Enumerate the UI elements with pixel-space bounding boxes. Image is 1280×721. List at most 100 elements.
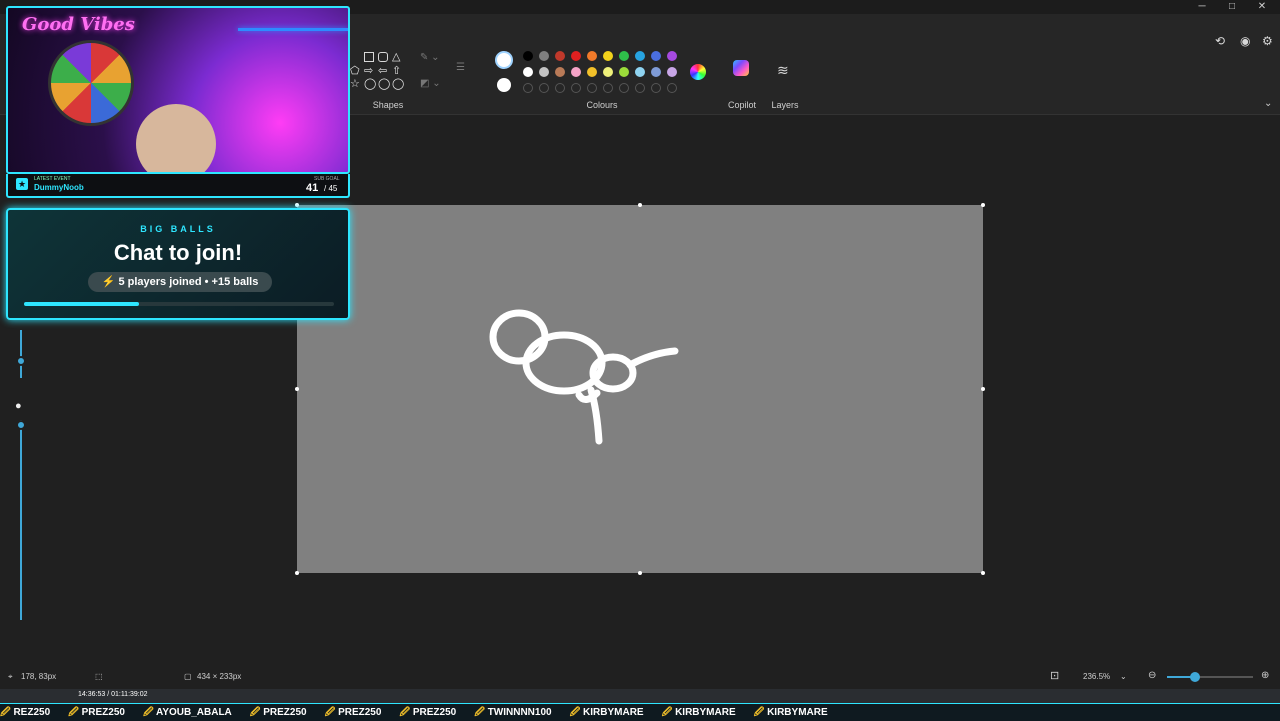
colour-swatch[interactable] [523,67,533,77]
copilot-label[interactable]: Copilot [722,100,762,110]
pencil-icon: 🖉 [569,707,584,718]
colour-swatch[interactable] [523,51,533,61]
account-icon[interactable]: ◉ [1240,34,1250,48]
brush-size-thumb[interactable] [16,356,26,366]
colour-palette-custom-row [523,83,683,95]
goal-current: 41 [306,182,319,194]
colour-swatch[interactable] [619,51,629,61]
colour-swatch[interactable] [587,67,597,77]
ticker-username: TWINNNN100 [487,707,552,718]
custom-colour-slot[interactable] [635,83,645,93]
shape-style-icon[interactable]: ☰ [456,62,465,73]
copilot-icon[interactable] [733,60,749,76]
layers-label[interactable]: Layers [768,100,802,110]
colour-swatch[interactable] [603,51,613,61]
collapse-ribbon-icon[interactable]: ⌄ [1264,98,1272,109]
custom-colour-slot[interactable] [587,83,597,93]
shape-pentagon-icon[interactable]: ⬠ [350,64,360,77]
ticker-banner: 14:36:53 / 01:11:39:02 [0,689,1280,703]
status-bar: ⌖ 178, 83px ⬚ ▢ 434 × 233px ⊡ 236.5% ⌄ ⊖… [0,665,1280,689]
players-joined-text: 5 players joined • +15 balls [118,276,259,288]
custom-colour-slot[interactable] [555,83,565,93]
colour-swatch[interactable] [603,67,613,77]
goal-total: / 45 [324,184,338,193]
resize-handle-tr[interactable] [981,203,985,207]
colour-swatch[interactable] [571,51,581,61]
colour-swatch[interactable] [667,67,677,77]
ticker-time: 14:36:53 / 01:11:39:02 [78,691,148,698]
shape-rounded-rectangle-icon[interactable] [378,52,388,62]
custom-colour-slot[interactable] [619,83,629,93]
layers-icon[interactable]: ≋ [777,62,789,79]
resize-handle-bm[interactable] [638,571,642,575]
custom-colour-slot[interactable] [667,83,677,93]
webcam-footer: ★ LATEST EVENT DummyNoob SUB GOAL 41 / 4… [6,174,350,198]
colour-swatch[interactable] [539,67,549,77]
ticker-item: 🖉 AYOUB_ABALA [143,704,232,721]
colour-swatch[interactable] [651,67,661,77]
custom-colour-slot[interactable] [651,83,661,93]
custom-colour-slot[interactable] [539,83,549,93]
opacity-thumb[interactable] [16,420,26,430]
colour-swatch[interactable] [619,67,629,77]
colour-palette-row-1 [523,51,683,63]
opacity-track[interactable] [20,420,22,620]
fill-dropdown[interactable]: ◩ ⌄ [420,78,441,89]
brush-size-track[interactable] [20,330,22,378]
custom-colour-slot[interactable] [571,83,581,93]
colour-swatch[interactable] [587,51,597,61]
colour-swatch[interactable] [555,51,565,61]
zoom-out-icon[interactable]: ⊖ [1148,670,1156,681]
fit-to-window-icon[interactable]: ⊡ [1050,669,1059,682]
colour-swatch[interactable] [651,51,661,61]
shape-arrow-left-icon[interactable]: ⇦ [378,64,387,77]
zoom-slider[interactable] [1167,672,1253,682]
resize-handle-tm[interactable] [638,203,642,207]
pencil-icon: 🖉 [249,707,264,718]
colour-swatch[interactable] [539,51,549,61]
primary-colour[interactable] [495,51,513,69]
pencil-icon: 🖉 [474,707,488,718]
edit-colours-icon[interactable] [690,64,706,80]
close-button[interactable]: ✕ [1247,0,1277,14]
drawing-canvas[interactable] [297,205,983,573]
colour-swatch[interactable] [635,51,645,61]
colour-swatch[interactable] [571,67,581,77]
drawn-loop [575,389,601,403]
shape-rectangle-icon[interactable] [364,52,374,62]
shape-arrow-right-icon[interactable]: ⇨ [364,64,373,77]
shape-triangle-icon[interactable]: △ [392,50,400,63]
resize-handle-mr[interactable] [981,387,985,391]
minimize-button[interactable]: ─ [1187,0,1217,14]
resize-handle-bl[interactable] [295,571,299,575]
resize-handle-br[interactable] [981,571,985,575]
webcam-feed: Good Vibes [6,6,350,174]
share-icon[interactable]: ⟲ [1215,34,1225,48]
shape-speech-icon[interactable]: ◯ [378,77,390,90]
shape-star-icon[interactable]: ☆ [350,77,360,90]
custom-colour-slot[interactable] [603,83,613,93]
secondary-colour[interactable] [497,78,511,92]
ticker-username: PREZ250 [338,707,382,718]
colour-swatch[interactable] [635,67,645,77]
colour-swatch[interactable] [555,67,565,77]
custom-colour-slot[interactable] [523,83,533,93]
shape-callout-icon[interactable]: ◯ [364,77,376,90]
zoom-in-icon[interactable]: ⊕ [1261,670,1269,681]
resize-handle-ml[interactable] [295,387,299,391]
ticker-item: 🖉 PREZ250 [250,704,307,721]
neon-strip [238,28,348,31]
shape-arrow-up-icon[interactable]: ⇧ [392,64,401,77]
latest-event-label: LATEST EVENT [34,176,71,182]
zoom-dropdown-icon[interactable]: ⌄ [1120,672,1127,681]
zoom-level[interactable]: 236.5% [1083,672,1110,681]
resize-handle-tl[interactable] [295,203,299,207]
selection-size-icon: ⬚ [95,672,103,681]
settings-gear-icon[interactable]: ⚙ [1262,34,1273,48]
outline-dropdown[interactable]: ✎ ⌄ [420,52,440,63]
maximize-button[interactable]: □ [1217,0,1247,14]
zoom-slider-thumb[interactable] [1190,672,1201,682]
colour-swatch[interactable] [667,51,677,61]
shape-thought-icon[interactable]: ◯ [392,77,404,90]
drawn-line [626,347,679,369]
